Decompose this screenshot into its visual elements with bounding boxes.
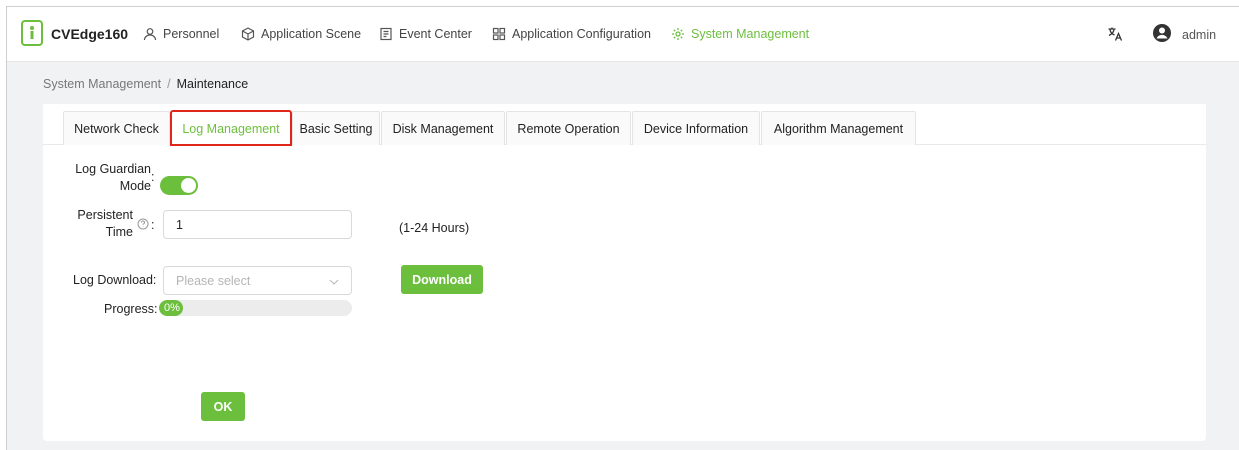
person-icon bbox=[143, 27, 157, 41]
persistent-time-hint: (1-24 Hours) bbox=[399, 221, 470, 235]
persistent-label-line2: Time bbox=[105, 225, 133, 239]
download-button[interactable]: Download bbox=[401, 265, 483, 294]
gear-icon bbox=[671, 27, 685, 41]
toggle-knob bbox=[181, 178, 196, 193]
log-download-label-text: Log Download bbox=[73, 273, 153, 287]
user-name: admin bbox=[1182, 27, 1217, 42]
log-guardian-mode-label: Log Guardian Mode bbox=[71, 161, 151, 195]
user-menu[interactable]: admin bbox=[1152, 23, 1216, 46]
log-guardian-label-line1: Log Guardian bbox=[75, 162, 151, 176]
nav-system-management-label: System Management bbox=[691, 27, 810, 41]
tab-bar: Network Check Log Management Basic Setti… bbox=[43, 104, 1206, 146]
log-guardian-colon: : bbox=[151, 170, 155, 184]
progress-label-text: Progress bbox=[104, 302, 155, 316]
progress-fill: 0% bbox=[159, 300, 183, 316]
nav-event-center[interactable]: Event Center bbox=[379, 27, 472, 41]
tab-log-management[interactable]: Log Management bbox=[170, 110, 292, 146]
chevron-down-icon bbox=[329, 273, 339, 288]
ok-button[interactable]: OK bbox=[201, 392, 245, 421]
tab-basic-setting[interactable]: Basic Setting bbox=[292, 111, 380, 145]
brand-name: CVEdge160 bbox=[51, 26, 129, 42]
app-frame: CVEdge160 Personnel Application Scene Ev… bbox=[6, 6, 1239, 450]
maintenance-card: Network Check Log Management Basic Setti… bbox=[43, 104, 1206, 441]
help-icon[interactable] bbox=[137, 218, 149, 233]
document-icon bbox=[379, 27, 393, 41]
progress-colon: : bbox=[154, 302, 158, 316]
log-download-placeholder: Please select bbox=[176, 273, 251, 288]
progress-bar: 0% bbox=[159, 300, 352, 316]
top-navigation-bar: CVEdge160 Personnel Application Scene Ev… bbox=[7, 7, 1239, 62]
tab-algorithm-management[interactable]: Algorithm Management bbox=[761, 111, 916, 145]
nav-system-management[interactable]: System Management bbox=[671, 27, 809, 41]
nav-personnel[interactable]: Personnel bbox=[143, 27, 219, 41]
tab-disk-management[interactable]: Disk Management bbox=[381, 111, 505, 145]
nav-application-configuration[interactable]: Application Configuration bbox=[492, 27, 651, 41]
log-download-select[interactable]: Please select bbox=[163, 266, 352, 295]
breadcrumb: System Management / Maintenance bbox=[43, 77, 248, 91]
log-download-colon: : bbox=[152, 273, 157, 287]
progress-label: Progress: bbox=[104, 301, 158, 318]
persistent-label-line1: Persistent bbox=[77, 208, 133, 222]
logo-icon bbox=[21, 20, 43, 46]
tab-remote-operation[interactable]: Remote Operation bbox=[506, 111, 631, 145]
log-guardian-mode-toggle[interactable] bbox=[160, 176, 198, 195]
tab-network-check[interactable]: Network Check bbox=[63, 111, 170, 145]
breadcrumb-parent[interactable]: System Management bbox=[43, 77, 161, 91]
language-switch-icon[interactable] bbox=[1107, 26, 1123, 45]
log-download-label: Log Download: bbox=[73, 272, 156, 289]
persistent-time-input[interactable] bbox=[163, 210, 352, 239]
breadcrumb-separator: / bbox=[167, 77, 171, 91]
cube-icon bbox=[241, 27, 255, 41]
grid-icon bbox=[492, 27, 506, 41]
nav-personnel-label: Personnel bbox=[163, 27, 220, 41]
nav-application-scene-label: Application Scene bbox=[261, 27, 362, 41]
persistent-colon: : bbox=[151, 218, 155, 232]
nav-event-center-label: Event Center bbox=[399, 27, 472, 41]
nav-application-configuration-label: Application Configuration bbox=[512, 27, 651, 41]
persistent-time-label: Persistent Time bbox=[61, 207, 133, 241]
nav-application-scene[interactable]: Application Scene bbox=[241, 27, 361, 41]
breadcrumb-current: Maintenance bbox=[176, 77, 249, 91]
user-avatar-icon bbox=[1152, 23, 1172, 46]
log-guardian-label-line2: Mode bbox=[119, 179, 151, 193]
tab-device-information[interactable]: Device Information bbox=[632, 111, 760, 145]
